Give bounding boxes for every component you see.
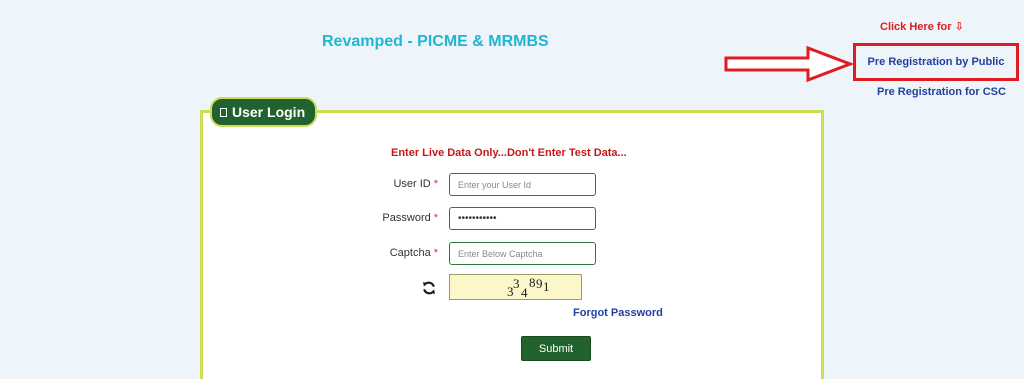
required-mark: * — [433, 212, 438, 224]
user-id-label-text: User ID — [393, 178, 431, 190]
captcha-char: 3 — [513, 276, 520, 291]
forgot-password-link[interactable]: Forgot Password — [573, 307, 663, 319]
required-mark: * — [433, 178, 438, 190]
password-label: Password * — [318, 212, 438, 224]
refresh-icon[interactable] — [422, 281, 436, 295]
pre-registration-public-link[interactable]: Pre Registration by Public — [868, 56, 1005, 68]
pre-registration-public-box: Pre Registration by Public — [853, 43, 1019, 81]
app-title: Revamped - PICME & MRMBS — [322, 33, 549, 50]
captcha-char: 9 — [536, 276, 543, 291]
password-input[interactable] — [449, 207, 596, 230]
submit-button[interactable]: Submit — [521, 336, 591, 361]
password-label-text: Password — [382, 212, 431, 224]
user-id-label: User ID * — [318, 178, 438, 190]
pre-registration-csc-link[interactable]: Pre Registration for CSC — [877, 86, 1006, 98]
captcha-char: 4 — [521, 285, 528, 300]
captcha-input[interactable] — [449, 242, 596, 265]
captcha-char: 1 — [543, 279, 550, 294]
user-id-input[interactable] — [449, 173, 596, 196]
click-here-text: Click Here for ⇩ — [880, 21, 964, 33]
required-mark: * — [433, 247, 438, 259]
arrow-right-icon — [724, 46, 854, 82]
login-tab: User Login — [210, 97, 318, 127]
captcha-char: 8 — [529, 275, 536, 290]
captcha-image: 3 3 4 8 9 1 — [449, 274, 582, 300]
live-data-warning: Enter Live Data Only...Don't Enter Test … — [391, 147, 627, 159]
login-tab-title: User Login — [232, 104, 306, 120]
captcha-label-text: Captcha — [389, 247, 431, 259]
user-icon — [220, 107, 227, 117]
captcha-label: Captcha * — [318, 247, 438, 259]
